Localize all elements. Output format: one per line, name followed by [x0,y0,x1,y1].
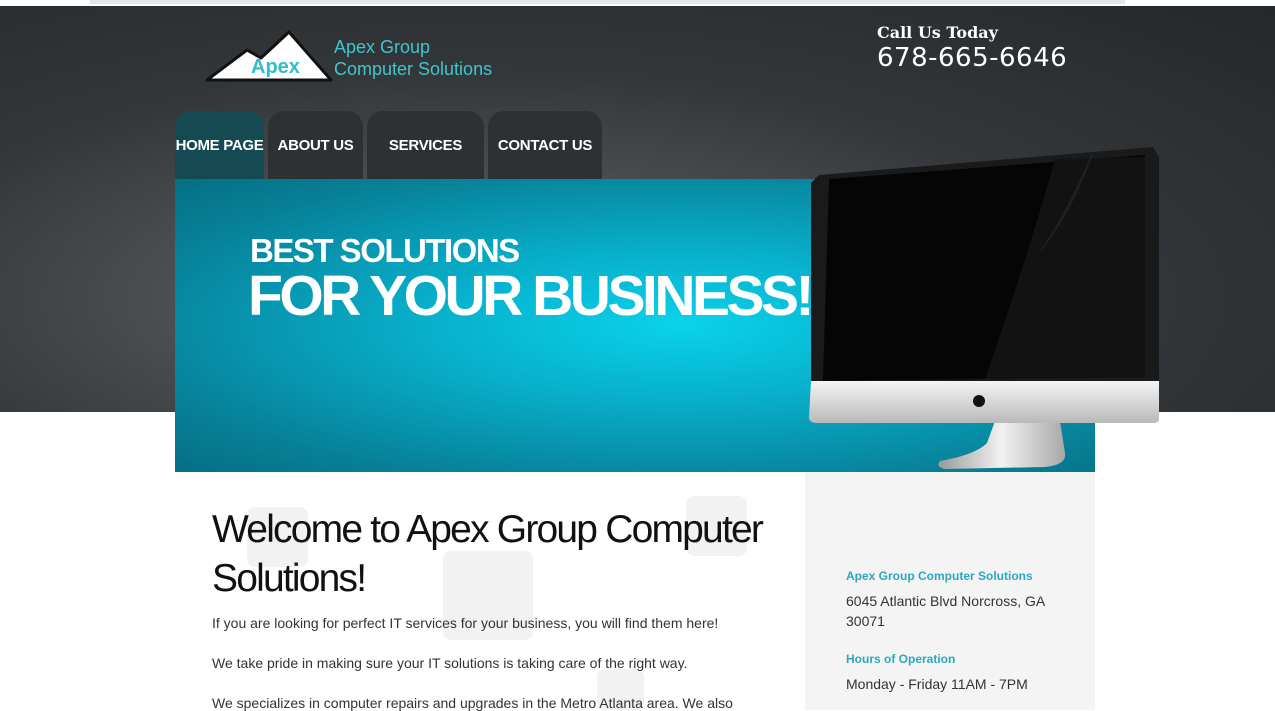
sidebar-company-heading: Apex Group Computer Solutions [846,569,1033,583]
nav-services[interactable]: SERVICES [367,111,484,179]
nav-home-page[interactable]: HOME PAGE [175,111,264,179]
top-strip [90,0,1125,4]
logo[interactable]: Apex Apex Group Computer Solutions [205,30,505,86]
call-label: Call Us Today [877,23,998,42]
nav-contact-us[interactable]: CONTACT US [488,111,602,179]
sidebar-hours-heading: Hours of Operation [846,652,956,666]
company-name-line1: Apex Group [334,37,431,57]
intro-paragraph-2: We take pride in making sure your IT sol… [212,655,688,671]
intro-paragraph-1: If you are looking for perfect IT servic… [212,615,719,631]
logo-text: Apex [251,56,300,78]
welcome-heading: Welcome to Apex Group Computer Solutions… [212,508,764,600]
nav-about-us[interactable]: ABOUT US [268,111,363,179]
sidebar-hours: Monday - Friday 11AM - 7PM [846,676,1028,692]
intro-paragraph-3: We specializes in computer repairs and u… [212,695,733,711]
company-name-line2: Computer Solutions [334,59,493,79]
sidebar-address: 6045 Atlantic Blvd Norcross, GA 30071 [846,593,1045,629]
phone-number[interactable]: 678-665-6646 [877,43,1067,73]
monitor-icon [809,147,1159,469]
hero-headline-large: FOR YOUR BUSINESS! [248,264,815,328]
